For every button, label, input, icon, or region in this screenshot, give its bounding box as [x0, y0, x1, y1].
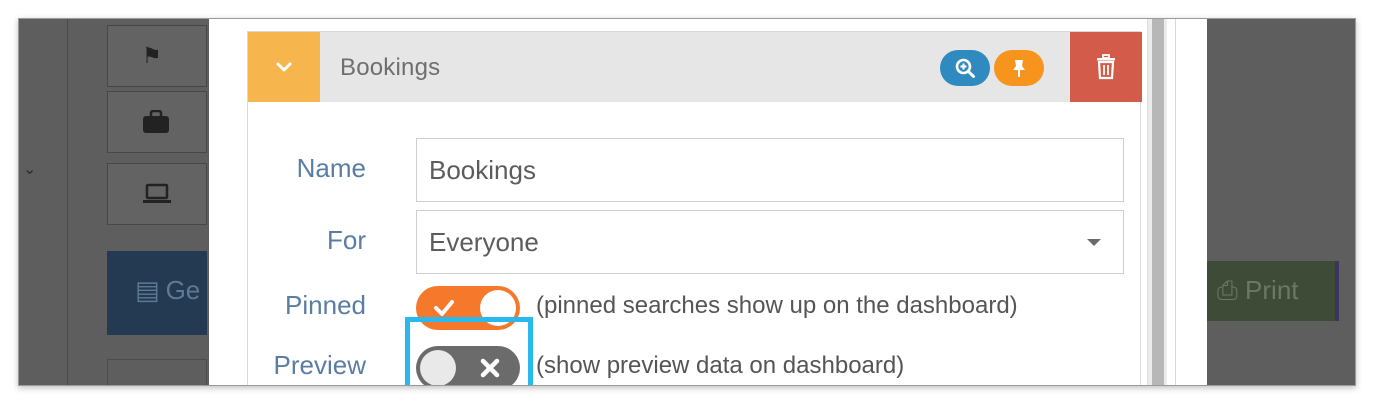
x-icon — [480, 358, 500, 378]
printer-icon: ⎙ — [1217, 275, 1238, 305]
background-strip — [1335, 261, 1339, 321]
background-left-panel: ⌄ ⚑ ▤ Ge — [19, 19, 209, 385]
scrollbar[interactable] — [1147, 19, 1167, 385]
preview-toggle[interactable] — [416, 346, 520, 385]
name-label: Name — [296, 153, 366, 183]
background-chevron-icon: ⌄ — [23, 161, 37, 178]
background-right-panel: ⎙ Print — [1207, 19, 1355, 385]
audience-select[interactable]: Everyone — [416, 210, 1124, 274]
delete-button[interactable] — [1070, 32, 1142, 102]
pinned-label: Pinned — [285, 290, 366, 320]
background-print-button: ⎙ Print — [1207, 261, 1335, 321]
preview-hint: (show preview data on dashboard) — [536, 352, 905, 379]
background-briefcase-cell — [107, 91, 207, 153]
zoom-button[interactable] — [940, 50, 990, 86]
card-title: Bookings — [340, 54, 441, 81]
background-generate-button: ▤ Ge — [107, 251, 207, 335]
chevron-down-icon — [276, 62, 292, 72]
name-input-value: Bookings — [429, 155, 536, 185]
name-input[interactable]: Bookings — [416, 138, 1124, 202]
background-print-label: Print — [1245, 275, 1299, 305]
saved-search-modal: Bookings Name Bookings For Everyone Pinn… — [209, 19, 1207, 385]
background-laptop-cell — [107, 163, 207, 225]
briefcase-icon — [142, 109, 170, 139]
saved-search-card: Bookings Name Bookings For Everyone Pinn… — [247, 31, 1142, 385]
pin-button[interactable] — [994, 50, 1044, 86]
pinned-toggle-knob — [480, 290, 516, 326]
zoom-in-icon — [955, 58, 975, 78]
check-icon — [434, 300, 454, 316]
background-divider — [67, 19, 68, 385]
audience-select-value: Everyone — [429, 227, 539, 257]
collapse-button[interactable] — [248, 32, 320, 102]
pinned-hint: (pinned searches show up on the dashboar… — [536, 292, 1018, 319]
preview-toggle-knob — [420, 350, 456, 385]
for-label: For — [327, 225, 366, 255]
scrollbar-thumb[interactable] — [1152, 19, 1164, 385]
background-generate-label: Ge — [165, 275, 201, 305]
background-lower-cell — [107, 359, 207, 385]
flag-icon: ⚑ — [142, 43, 162, 68]
caret-down-icon — [1087, 239, 1101, 246]
modal-edge — [1175, 19, 1176, 385]
preview-label: Preview — [273, 350, 366, 380]
trash-icon — [1097, 54, 1115, 80]
screenshot-frame: ⌄ ⚑ ▤ Ge ⎙ Print Bookings Name Bookings … — [18, 18, 1356, 386]
bar-chart-icon: ▤ — [135, 275, 160, 305]
laptop-icon — [142, 182, 172, 211]
card-header: Bookings — [248, 32, 1142, 102]
pinned-toggle[interactable] — [416, 286, 520, 330]
background-flag-cell: ⚑ — [107, 25, 207, 87]
pin-icon — [1013, 60, 1025, 77]
